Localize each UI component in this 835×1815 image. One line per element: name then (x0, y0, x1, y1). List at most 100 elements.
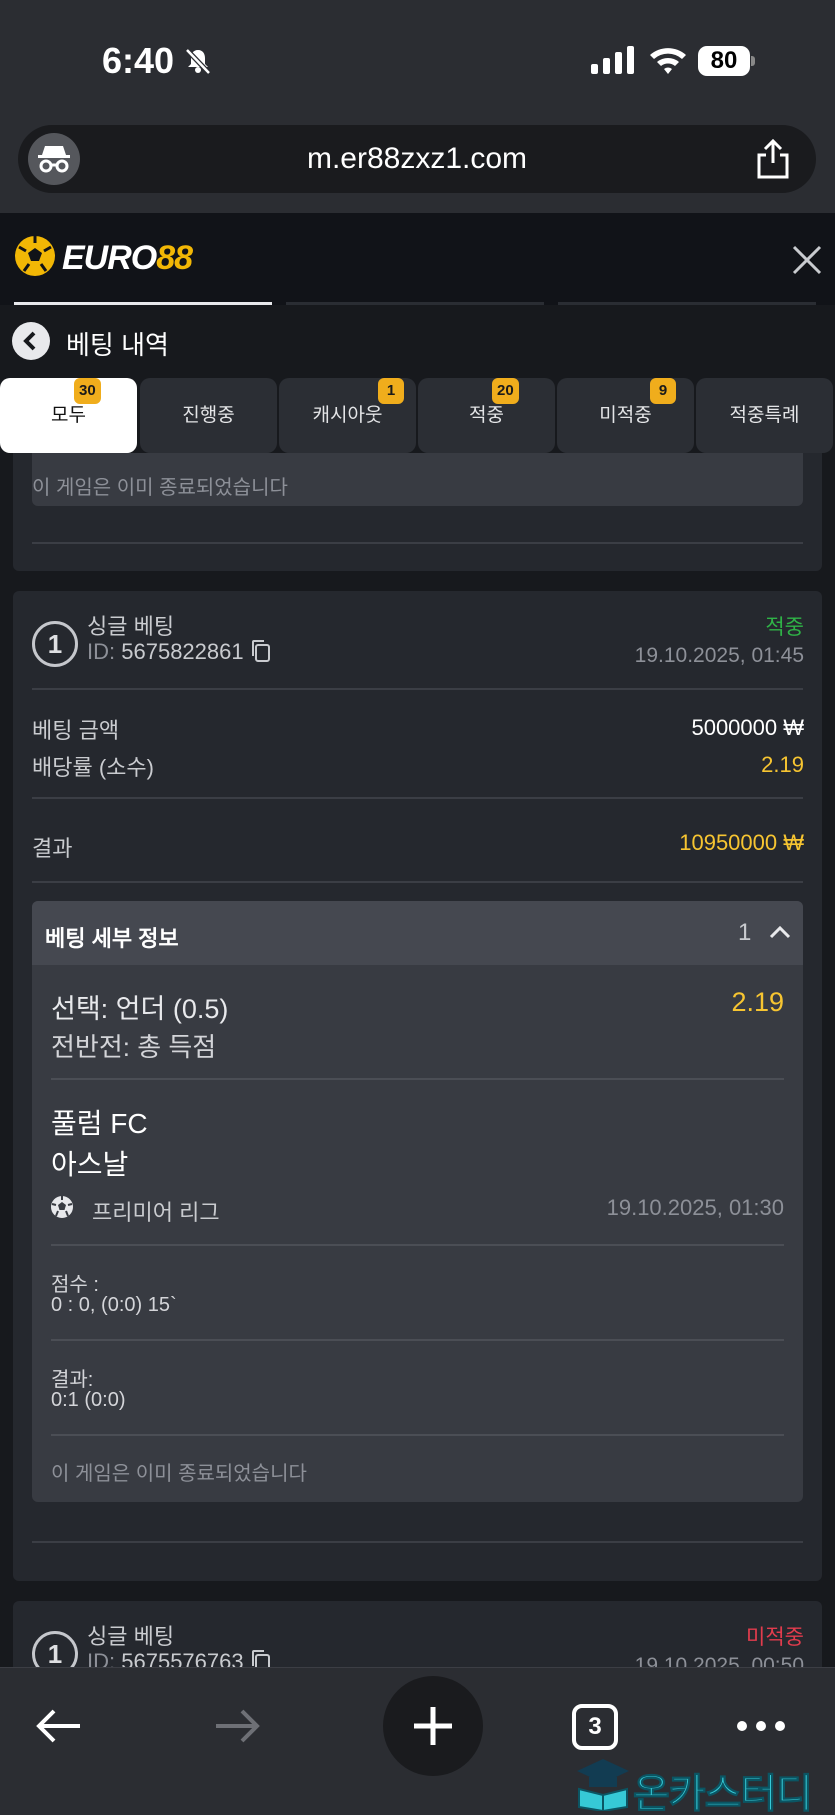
tab-won[interactable]: 적중 20 (418, 378, 555, 453)
odds-label: 배당률 (소수) (32, 755, 154, 780)
selection-odds: 2.19 (731, 987, 784, 1017)
selection-count: 1 (738, 919, 752, 946)
bet-card-next: 1 싱글 베팅 ID: 5675576763 미적중 19.10.2025, 0… (13, 1601, 822, 1667)
count-badge: 20 (492, 378, 519, 404)
payout-value: 10950000 ₩ (679, 830, 804, 855)
divider (32, 688, 803, 690)
cellular-signal-icon (591, 46, 634, 74)
battery-indicator: 80 (698, 46, 756, 76)
tab-label: 캐시아웃 (312, 405, 383, 426)
stake-label: 베팅 금액 (32, 718, 120, 743)
chevron-up-icon[interactable] (768, 923, 792, 941)
score-label: 점수 : (51, 1274, 99, 1296)
divider (51, 1078, 784, 1080)
league-name: 프리미어 리그 (92, 1200, 220, 1225)
bet-id: ID: 5675822861 (87, 639, 244, 665)
graduation-cap-book-icon (577, 1759, 629, 1811)
bet-card-previous: 이 게임은 이미 종료되었습니다 (13, 453, 822, 571)
bet-details-header[interactable]: 베팅 세부 정보 1 (32, 901, 803, 965)
market-name: 전반전: 총 득점 (51, 1032, 217, 1062)
bet-id-value: 5675822861 (121, 639, 244, 664)
bet-datetime: 19.10.2025, 00:50 (634, 1654, 804, 1667)
outcome-value: 0:1 (0:0) (51, 1389, 126, 1411)
arrow-left-icon[interactable] (36, 1708, 82, 1744)
divider (51, 1244, 784, 1246)
more-icon[interactable] (736, 1720, 786, 1732)
watermark: 온카스터디 (575, 1755, 833, 1815)
watermark-text: 온카스터디 (633, 1772, 814, 1815)
tab-special[interactable]: 적중특례 (696, 378, 833, 453)
bet-id-label: ID: (87, 1649, 116, 1667)
outcome-label: 결과: (51, 1369, 94, 1391)
site-logo[interactable]: EURO88 (62, 239, 193, 278)
selection-text: 선택: 언더 (0.5) (51, 994, 229, 1024)
address-bar[interactable]: m.er88zxz1.com (18, 125, 816, 193)
bet-filter-tabs: 모두 30 진행중 캐시아웃 1 적중 20 미적중 9 적중특례 (0, 378, 835, 453)
divider (32, 797, 803, 799)
tab-all[interactable]: 모두 30 (0, 378, 137, 453)
bet-number-icon: 1 (32, 1631, 78, 1667)
tab-lost[interactable]: 미적중 9 (557, 378, 694, 453)
score-value: 0 : 0, (0:0) 15` (51, 1294, 177, 1316)
copy-icon[interactable] (250, 1649, 272, 1667)
bell-muted-icon (185, 48, 211, 75)
clock: 6:40 (102, 40, 175, 81)
tab-label: 모두 (51, 405, 86, 426)
page-title: 베팅 내역 (66, 330, 169, 360)
bet-status-badge: 적중 (765, 616, 804, 639)
bet-id-label: ID: (87, 639, 116, 664)
bet-type: 싱글 베팅 (87, 614, 175, 639)
bet-id: ID: 5675576763 (87, 1649, 244, 1667)
tab-label: 미적중 (599, 405, 652, 426)
count-badge: 1 (378, 378, 404, 404)
tab-label: 적중 (469, 405, 504, 426)
bet-number-icon: 1 (32, 621, 78, 667)
new-tab-button[interactable] (383, 1676, 483, 1776)
result-label: 결과 (32, 836, 73, 861)
bet-details-panel: 베팅 세부 정보 1 선택: 언더 (0.5) 2.19 전반전: 총 득점 풀… (32, 901, 803, 1502)
plus-icon (414, 1707, 452, 1745)
bet-status-badge: 미적중 (746, 1626, 804, 1649)
count-badge: 9 (650, 378, 676, 404)
share-icon[interactable] (755, 139, 791, 179)
bet-card: 1 싱글 베팅 ID: 5675822861 적중 19.10.2025, 01… (13, 591, 822, 1581)
bet-details-title: 베팅 세부 정보 (45, 926, 179, 951)
stake-value: 5000000 ₩ (691, 715, 804, 740)
copy-icon[interactable] (250, 639, 272, 663)
home-team: 풀럼 FC (51, 1108, 148, 1139)
divider (32, 1541, 803, 1543)
soccer-ball-icon (51, 1196, 73, 1218)
game-ended-note: 이 게임은 이미 종료되었습니다 (51, 1463, 307, 1485)
bet-id-value: 5675576763 (121, 1649, 244, 1667)
bet-type: 싱글 베팅 (87, 1624, 175, 1649)
soccer-ball-logo-icon (15, 236, 55, 276)
bet-datetime: 19.10.2025, 01:45 (634, 644, 804, 667)
wifi-icon (650, 48, 686, 74)
arrow-right-icon[interactable] (214, 1708, 260, 1744)
browser-bar: m.er88zxz1.com (0, 125, 835, 213)
url-text: m.er88zxz1.com (306, 142, 528, 175)
bet-history-list[interactable]: 이 게임은 이미 종료되었습니다 1 싱글 베팅 ID: 5675822861 … (0, 453, 835, 1667)
game-ended-note: 이 게임은 이미 종료되었습니다 (32, 477, 288, 499)
divider (32, 542, 803, 544)
close-icon[interactable] (790, 243, 824, 277)
site-header: EURO88 (0, 213, 835, 305)
chevron-left-icon (23, 331, 36, 351)
page-title-bar: 베팅 내역 (0, 305, 835, 375)
tab-cashout[interactable]: 캐시아웃 1 (279, 378, 416, 453)
odds-value: 2.19 (761, 752, 804, 777)
match-datetime: 19.10.2025, 01:30 (606, 1195, 784, 1220)
tab-switcher-button[interactable]: 3 (572, 1704, 618, 1750)
tab-label: 진행중 (182, 405, 235, 426)
status-bar: 6:40 80 (0, 0, 835, 125)
divider (51, 1339, 784, 1341)
divider (51, 1434, 784, 1436)
logo-text-gold: 88 (156, 239, 193, 277)
back-button[interactable] (12, 322, 50, 360)
browser-toolbar: 3 온카스터디 (0, 1667, 835, 1815)
tab-in-progress[interactable]: 진행중 (140, 378, 277, 453)
logo-text-white: EURO (62, 239, 157, 277)
count-badge: 30 (74, 378, 101, 404)
tab-label: 적중특례 (729, 405, 800, 426)
battery-level: 80 (698, 46, 750, 76)
